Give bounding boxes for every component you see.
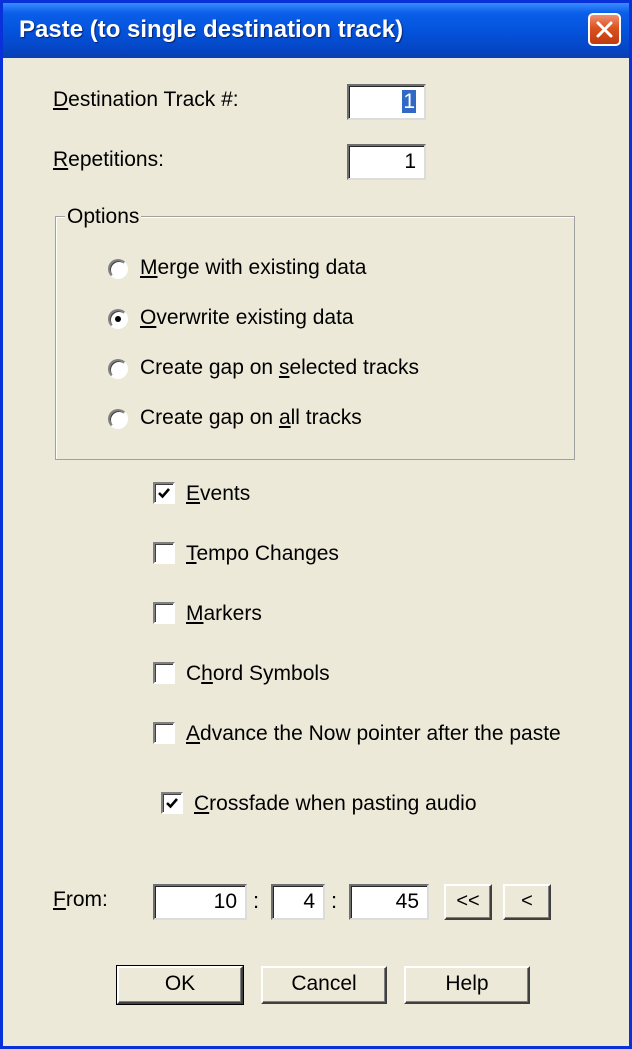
help-button[interactable]: Help [404, 966, 530, 1004]
tempo-changes-checkbox-label[interactable]: Tempo Changes [186, 542, 339, 566]
chord-symbols-checkbox-label[interactable]: Chord Symbols [186, 662, 330, 686]
ok-button[interactable]: OK [116, 965, 244, 1005]
time-separator: : [331, 888, 338, 913]
crossfade-checkbox-label[interactable]: Crossfade when pasting audio [194, 792, 477, 816]
crossfade-checkbox[interactable] [161, 792, 183, 814]
overwrite-radio-label[interactable]: Overwrite existing data [140, 306, 354, 330]
merge-radio[interactable] [108, 259, 128, 279]
close-icon [596, 21, 613, 38]
markers-checkbox-label[interactable]: Markers [186, 602, 262, 626]
from-bar-value: 10 [213, 890, 237, 913]
destination-track-label: Destination Track #: [53, 88, 239, 111]
merge-radio-label[interactable]: Merge with existing data [140, 256, 366, 280]
gap-selected-radio-label[interactable]: Create gap on selected tracks [140, 356, 419, 380]
dialog-title: Paste (to single destination track) [19, 16, 404, 43]
from-label: From: [53, 888, 108, 911]
markers-checkbox[interactable] [153, 602, 175, 624]
close-button[interactable] [588, 13, 621, 46]
from-beat-input[interactable]: 4 [271, 884, 325, 920]
events-checkbox[interactable] [153, 482, 175, 504]
back-button[interactable]: < [503, 884, 551, 920]
gap-all-radio-label[interactable]: Create gap on all tracks [140, 406, 362, 430]
title-bar: Paste (to single destination track) [3, 3, 629, 58]
advance-now-pointer-checkbox[interactable] [153, 722, 175, 744]
gap-selected-radio[interactable] [108, 359, 128, 379]
from-bar-input[interactable]: 10 [153, 884, 247, 920]
rewind-button[interactable]: << [444, 884, 492, 920]
from-tick-value: 45 [395, 890, 419, 913]
repetitions-label: Repetitions: [53, 148, 164, 171]
checkmark-icon [166, 798, 178, 809]
destination-track-input[interactable]: 1 [347, 84, 426, 120]
repetitions-input[interactable]: 1 [347, 144, 426, 180]
options-group-label: Options [65, 205, 142, 229]
checkmark-icon [158, 488, 170, 499]
repetitions-value: 1 [404, 150, 416, 173]
destination-track-value: 1 [402, 90, 416, 113]
events-checkbox-label[interactable]: Events [186, 482, 250, 506]
from-beat-value: 4 [303, 890, 315, 913]
gap-all-radio[interactable] [108, 409, 128, 429]
from-tick-input[interactable]: 45 [349, 884, 429, 920]
overwrite-radio[interactable] [108, 309, 128, 329]
radio-selected-dot [115, 316, 121, 322]
advance-now-pointer-checkbox-label[interactable]: Advance the Now pointer after the paste [186, 722, 561, 746]
time-separator: : [253, 888, 260, 913]
paste-dialog: Paste (to single destination track) Dest… [0, 0, 632, 1049]
cancel-button[interactable]: Cancel [261, 966, 387, 1004]
tempo-changes-checkbox[interactable] [153, 542, 175, 564]
chord-symbols-checkbox[interactable] [153, 662, 175, 684]
